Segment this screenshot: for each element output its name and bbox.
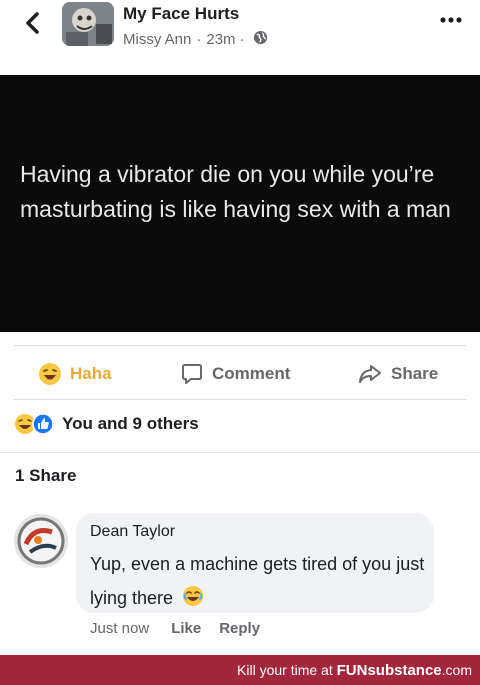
share-label: Share: [391, 363, 439, 383]
comment-footer: Just now Like Reply: [90, 620, 260, 637]
laughing-emoji-icon: [182, 584, 204, 618]
like-reaction-icon: [32, 413, 54, 435]
meta-separator-2: ·: [239, 31, 245, 48]
watermark-suffix: .com: [441, 662, 472, 678]
group-name[interactable]: My Face Hurts: [123, 4, 239, 24]
post-author[interactable]: Missy Ann: [123, 31, 191, 48]
haha-icon: [38, 362, 62, 386]
watermark-brand: FUNsubstance: [336, 662, 442, 679]
commenter-avatar[interactable]: [14, 514, 68, 568]
share-button[interactable]: Share: [357, 346, 438, 401]
comment-like-button[interactable]: Like: [171, 620, 201, 637]
more-options-button[interactable]: [438, 10, 464, 30]
comment-button[interactable]: Comment: [180, 346, 290, 401]
reactions-summary[interactable]: You and 9 others: [14, 408, 199, 440]
section-divider: [0, 452, 480, 453]
meta-separator: ·: [196, 31, 202, 48]
globe-icon: [253, 30, 268, 49]
post-action-bar: Haha Comment Share: [14, 345, 466, 400]
post-header: My Face Hurts Missy Ann · 23m ·: [0, 0, 480, 60]
comment-reply-button[interactable]: Reply: [219, 620, 260, 637]
post-time[interactable]: 23m: [206, 31, 235, 48]
comment-text-wrap: Yup, even a machine gets tired of you ju…: [90, 547, 425, 618]
share-count[interactable]: 1 Share: [15, 466, 76, 486]
group-avatar[interactable]: [62, 2, 114, 46]
post-image[interactable]: Having a vibrator die on you while you’r…: [0, 75, 480, 332]
share-icon: [357, 362, 383, 386]
post-image-text: Having a vibrator die on you while you’r…: [20, 161, 451, 222]
comment-text: Yup, even a machine gets tired of you ju…: [90, 554, 425, 608]
haha-label: Haha: [70, 363, 112, 383]
watermark-bar: Kill your time at FUNsubstance.com: [0, 655, 480, 685]
comment-icon: [180, 362, 204, 386]
comment-time[interactable]: Just now: [90, 620, 149, 637]
comment-bubble[interactable]: Dean Taylor Yup, even a machine gets tir…: [76, 513, 434, 613]
comment-author[interactable]: Dean Taylor: [90, 523, 175, 541]
post-meta: Missy Ann · 23m ·: [123, 30, 268, 49]
chevron-left-icon: [26, 12, 39, 34]
reactions-text: You and 9 others: [62, 414, 199, 433]
watermark-prefix: Kill your time at: [237, 662, 337, 678]
watermark-text: Kill your time at FUNsubstance.com: [237, 662, 472, 679]
back-button[interactable]: [18, 8, 48, 38]
reaction-icons: [14, 413, 54, 435]
more-horizontal-icon: [440, 17, 462, 23]
haha-reaction-button[interactable]: Haha: [38, 346, 112, 401]
comment-label: Comment: [212, 363, 291, 383]
